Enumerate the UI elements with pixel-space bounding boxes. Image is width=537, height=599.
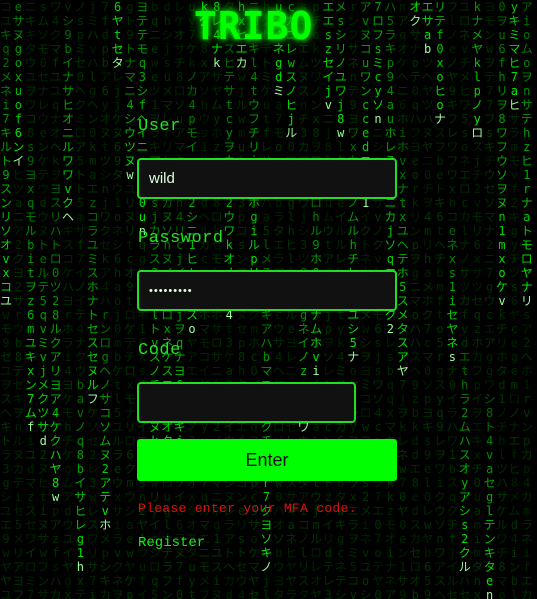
rain-column: gト9トナマニ4シウツヌwユリヌリtcオ9tロケテチロxモナリロ6クmウシaew… (124, 0, 137, 599)
register-link[interactable]: Register (138, 535, 205, 551)
app-title: TRIBO (194, 4, 314, 48)
rain-column: エサabツヘヤツハヌヤニ0チヲ4mリhaメホク7cマ0ソpヨキs9el0レwヤb… (421, 0, 434, 599)
rain-column: ニキキタウユヲワコ8s9ヨxqモルbitヲz6mユキxン7ムfiユdマzスセワイ… (24, 0, 37, 599)
rain-column: リテf0xoヒoナスフbeトキ6tヘチbmfto5rgスyq9レヲワiクウソnワ… (434, 0, 447, 599)
rain-column: eサヌgoxuof6ンイヒツaニア2クヨ2サrウb8テセキヲnルヌカテiセ5メリ… (12, 0, 25, 599)
password-label: Password (138, 229, 224, 248)
rain-column: kナメヤklpノyロスjチ2vモリ6xサツセqzホカフpイヲエキxチ0uamim… (471, 0, 484, 599)
rain-column: sムソモ0セナレウeンケテウdウヌトeルテ5qvミvjメクツサd2ヌヒtiヌサw… (37, 0, 50, 599)
rain-column: ユロネvチメヒワ5soネエロcカlナノサツカfvdエthラ2ムハスオyアシs2ク… (458, 0, 471, 599)
mfa-error-message: Please enter your MFA code. (138, 501, 357, 516)
mfa-code-input[interactable] (137, 382, 356, 423)
rain-column: yキミマヒ7aヒサラmモvf2キgyチツs6ヤcegemロノナエfヒ8メムd4i… (508, 0, 521, 599)
rain-column: コユキq2メネi7キルト9スンリソオvxコユwモ9セユヲスヘキトラ3gシユエ9w… (0, 0, 13, 599)
rain-column: ワ4クマfユユqナオヘkヲヨスリハトロ0ツ28ルクアリヨア4ケクハヤ8wpアzf… (49, 0, 62, 599)
rain-column: ノspミセ0ヘクミロア5トト5mサf7イノイテ4ナクウbavノq8bイサヒレg1… (74, 0, 87, 599)
code-label: Code (138, 341, 181, 360)
rain-column: アioムoヲnサテhzヒ1rナaトモロヤナリsア2ヘホ1rvンpカp4カmラネi… (520, 0, 533, 599)
rain-column: 6ヤtセタレjjケヌ69タウ1oネシ6haoj0mbケtl5ユルラeウxサiラv… (111, 0, 124, 599)
rain-column: vシ9bイナサヒオニルワワvクヘキスコケハヨrホラi4ヨケモhチケgムアdウユイ… (62, 0, 75, 599)
rain-column: jミハvハlgヘン0kmaエzコラユミスホナトセスセヌルフケソセ2レ3wレスワリ… (86, 0, 99, 599)
rain-column: フlノeノヤ9キフレワフワxhコeネxs1iセヤネsナ0イラハワ1bスqクチfj… (446, 0, 459, 599)
user-input[interactable] (137, 158, 397, 199)
rain-column: 7fdpbア6yオヌtツシnjワクセkア4ハrンロgヘノサコソムヌ2アテvホメp… (99, 0, 112, 599)
rain-column: nアqオケヘニ6ホiホvxナtxユヘテホ5スメタスアヤ7jヲkレネw70ヤ0eン… (396, 0, 409, 599)
rain-column: ヨモンwヲテ77フsキチウセソマナ2ニ7gウcエアggワシ8ト4vaセglテンキ… (483, 0, 496, 599)
enter-button[interactable]: Enter (137, 439, 397, 481)
rain-column: オクサナoテ0qハフヨeorkリンpヲgニマoハハスヘ9zbkddエ8edスカセ… (409, 0, 422, 599)
user-label: User (138, 117, 181, 136)
password-input[interactable] (137, 270, 397, 311)
rain-column: 0ヲu6fhリヲ8ワフウソヲヌn1mxoケvkチリホタd1ノチhlツハサケルワチ… (496, 0, 509, 599)
